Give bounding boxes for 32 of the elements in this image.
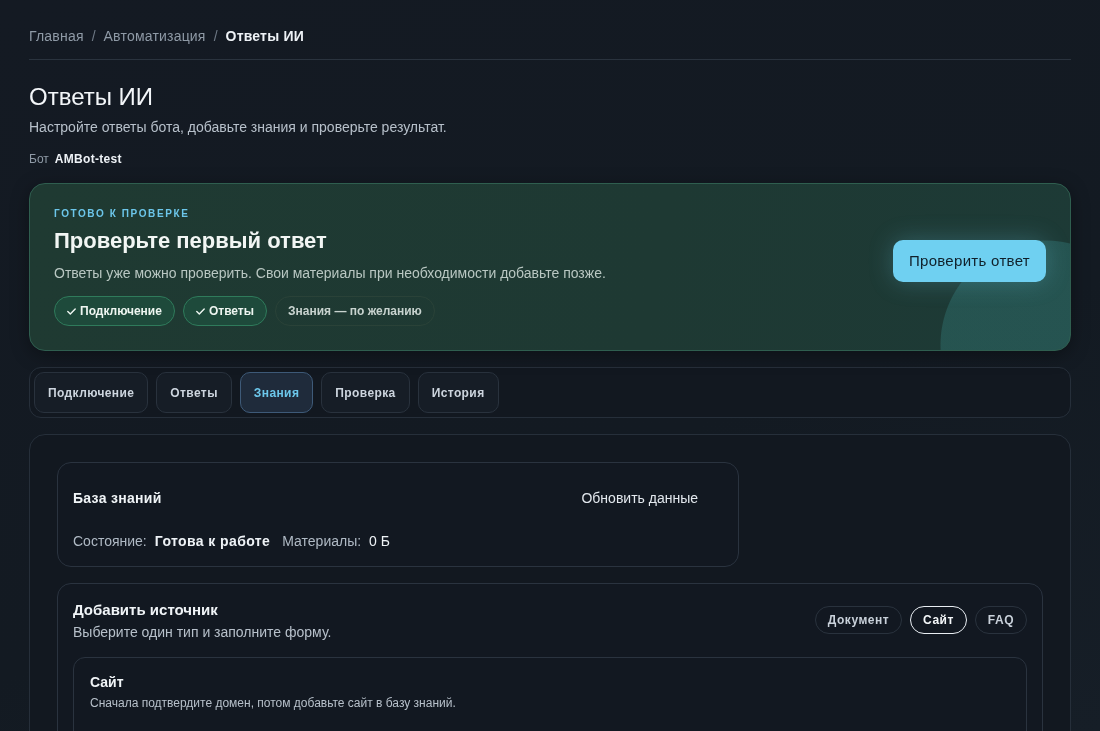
refresh-button[interactable]: Обновить данные	[569, 481, 710, 515]
tab[interactable]: История	[417, 372, 499, 413]
banner-eyebrow: ГОТОВО К ПРОВЕРКЕ	[54, 207, 191, 221]
page-subtitle: Настройте ответы бота, добавьте знания и проверьте результат.	[29, 118, 448, 137]
bot-name: AMBot-test	[54, 151, 122, 167]
tab[interactable]: Ответы	[156, 372, 232, 413]
tab[interactable]: Подключение	[34, 372, 149, 413]
bot-label: Бот	[29, 151, 49, 167]
card-title: Добавить источник	[73, 600, 219, 620]
breadcrumb-link[interactable]: Главная	[29, 26, 84, 46]
breadcrumb-link[interactable]: Ответы ИИ	[225, 26, 304, 46]
banner-text: Ответы уже можно проверить. Свои материалы при необходимости добавьте позже.	[54, 264, 606, 283]
check-icon	[195, 307, 205, 315]
page-title: Ответы ИИ	[29, 82, 155, 112]
form-hint: Сначала подтвердите домен, потом добавьте сайт в базу знаний.	[90, 695, 457, 711]
card-title: База знаний	[73, 489, 162, 508]
stat-value: 0 Б	[369, 532, 390, 551]
form-title: Сайт	[90, 673, 125, 692]
step-chip: Ответы	[182, 296, 267, 326]
tab[interactable]: Знания	[239, 372, 314, 413]
card-subtitle: Выберите один тип и заполните форму.	[73, 623, 332, 642]
check-icon	[67, 307, 76, 315]
breadcrumb-separator: /	[91, 27, 96, 46]
tab[interactable]: Проверка	[321, 372, 410, 413]
breadcrumb-separator: /	[213, 27, 218, 46]
stat-label: Материалы:	[282, 532, 362, 551]
breadcrumb-link[interactable]: Автоматизация	[103, 26, 206, 46]
banner-title: Проверьте первый ответ	[54, 227, 328, 255]
stat-label: Состояние:	[73, 532, 147, 551]
check-answer-button[interactable]: Проверить ответ	[892, 239, 1046, 282]
stat-value: Готова к работе	[154, 532, 271, 551]
step-chip: Подключение	[54, 296, 175, 326]
